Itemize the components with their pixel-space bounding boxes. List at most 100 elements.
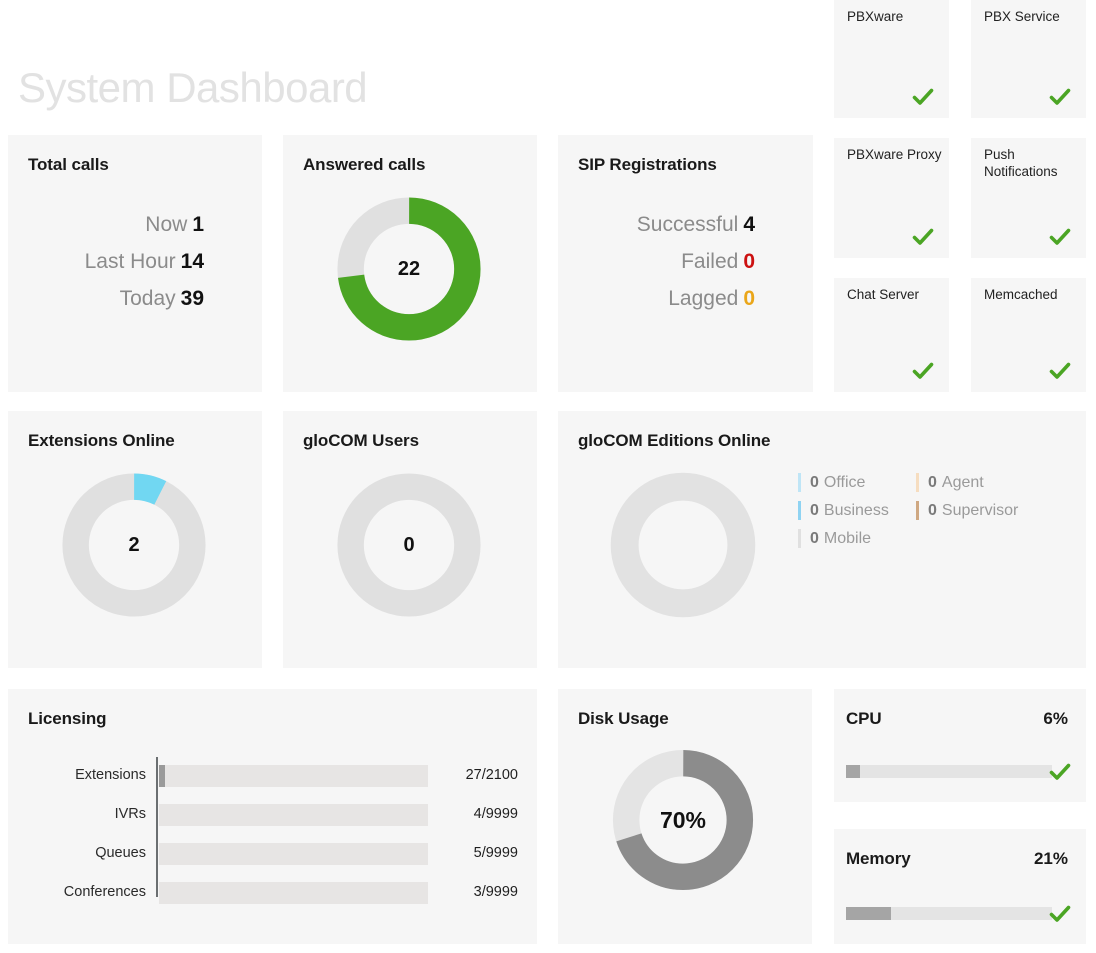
licensing-row-conferences: Conferences 3/9999 — [8, 882, 537, 904]
check-icon — [912, 362, 934, 379]
cpu-value: 6% — [1043, 709, 1068, 728]
total-calls-stats: Now 1 Last Hour 14 Today 39 — [85, 207, 204, 318]
licensing-label: IVRs — [114, 806, 146, 822]
cpu-meter-track — [846, 765, 1052, 778]
memory-meter-fill — [846, 907, 891, 920]
stat-label: Now — [145, 213, 188, 236]
legend-count: 0 — [810, 501, 819, 519]
licensing-track — [159, 843, 428, 865]
legend-row: 0 Business 0 Supervisor — [798, 501, 1048, 520]
memory-meter-track — [846, 907, 1052, 920]
panel-title: Total calls — [28, 155, 109, 174]
memory-value: 21% — [1033, 849, 1068, 868]
licensing-label: Extensions — [75, 767, 146, 783]
legend-label: Mobile — [823, 529, 872, 547]
stat-value: 39 — [180, 287, 204, 310]
licensing-track — [159, 765, 428, 787]
legend-label: Supervisor — [941, 501, 1019, 519]
disk-usage-donut: 70% — [608, 745, 758, 895]
service-tile-label: Push Notifications — [984, 147, 1058, 179]
legend-item-supervisor: 0 Supervisor — [916, 501, 1018, 520]
licensing-track — [159, 804, 428, 826]
glocom-editions-legend: 0 Office 0 Agent 0 Business 0 Supervisor… — [798, 473, 1048, 557]
service-tile-chat-server[interactable]: Chat Server — [834, 278, 949, 392]
licensing-row-extensions: Extensions 27/2100 — [8, 765, 537, 787]
licensing-label: Queues — [95, 845, 146, 861]
donut-center-value: 2 — [128, 533, 140, 556]
stat-label: Last Hour — [84, 250, 176, 273]
cpu-meter-fill — [846, 765, 860, 778]
stat-label: Lagged — [668, 287, 739, 310]
licensing-value: 3/9999 — [473, 884, 518, 900]
service-tile-push-notifications[interactable]: Push Notifications — [971, 138, 1086, 258]
service-tile-label: PBXware Proxy — [847, 147, 942, 162]
panel-sip-registrations: SIP Registrations Successful 4 Failed 0 La… — [558, 135, 813, 392]
panel-title: Answered calls — [303, 155, 426, 174]
legend-swatch-icon — [798, 473, 801, 492]
service-tile-pbxware[interactable]: PBXware — [834, 0, 949, 118]
service-tile-memcached[interactable]: Memcached — [971, 278, 1086, 392]
stat-value: 1 — [192, 213, 204, 236]
legend-label: Business — [823, 501, 889, 519]
service-tile-label: Memcached — [984, 287, 1058, 302]
stat-row-now: Now 1 — [85, 207, 204, 244]
panel-title: CPU — [846, 709, 882, 728]
panel-extensions-online: Extensions Online 2 — [8, 411, 262, 668]
panel-glocom-users: gloCOM Users 0 — [283, 411, 537, 668]
legend-swatch-icon — [916, 473, 919, 492]
stat-row-today: Today 39 — [85, 281, 204, 318]
legend-item-mobile: 0 Mobile — [798, 529, 916, 548]
panel-cpu: CPU 6% — [834, 689, 1086, 802]
glocom-editions-donut — [606, 468, 760, 622]
licensing-value: 4/9999 — [473, 806, 518, 822]
panel-disk-usage: Disk Usage 70% — [558, 689, 812, 944]
page-title: System Dashboard — [18, 64, 368, 111]
check-icon — [1049, 88, 1071, 105]
donut-center-value: 22 — [397, 257, 421, 280]
licensing-label: Conferences — [63, 884, 146, 900]
panel-title: gloCOM Editions Online — [578, 431, 771, 450]
stat-label: Successful — [636, 213, 739, 236]
stat-row-lagged: Lagged 0 — [637, 281, 755, 318]
donut-center-value: 70% — [659, 806, 707, 833]
legend-count: 0 — [810, 473, 819, 491]
licensing-row-queues: Queues 5/9999 — [8, 843, 537, 865]
legend-swatch-icon — [798, 501, 801, 520]
service-tile-pbxware-proxy[interactable]: PBXware Proxy — [834, 138, 949, 258]
answered-calls-donut: 22 — [332, 192, 486, 346]
service-tile-pbx-service[interactable]: PBX Service — [971, 0, 1086, 118]
check-icon — [1049, 228, 1071, 245]
check-icon — [1049, 763, 1071, 780]
legend-item-office: 0 Office — [798, 473, 916, 492]
check-icon — [1049, 905, 1071, 922]
stat-label: Today — [119, 287, 176, 310]
service-tile-label: Chat Server — [847, 287, 920, 302]
panel-glocom-editions-online: gloCOM Editions Online 0 Office 0 Agent — [558, 411, 1086, 668]
stat-row-last-hour: Last Hour 14 — [85, 244, 204, 281]
legend-label: Agent — [941, 473, 984, 491]
check-icon — [912, 228, 934, 245]
panel-title: SIP Registrations — [578, 155, 717, 174]
donut-center-value: 0 — [403, 533, 415, 556]
stat-value: 14 — [180, 250, 204, 273]
licensing-value: 5/9999 — [473, 845, 518, 861]
extensions-online-donut: 2 — [57, 468, 211, 622]
panel-title: Disk Usage — [578, 709, 669, 728]
legend-count: 0 — [810, 529, 819, 547]
legend-row: 0 Office 0 Agent — [798, 473, 1048, 492]
legend-item-agent: 0 Agent — [916, 473, 984, 492]
legend-label: Office — [823, 473, 866, 491]
check-icon — [1049, 362, 1071, 379]
stat-value: 0 — [743, 250, 755, 273]
stat-value: 4 — [743, 213, 755, 236]
service-tile-label: PBXware — [847, 9, 904, 24]
licensing-track — [159, 882, 428, 904]
stat-label: Failed — [681, 250, 739, 273]
licensing-fill — [159, 765, 165, 787]
panel-total-calls: Total calls Now 1 Last Hour 14 Today 39 — [8, 135, 262, 392]
sip-registration-stats: Successful 4 Failed 0 Lagged 0 — [637, 207, 755, 318]
panel-title: Extensions Online — [28, 431, 175, 450]
legend-count: 0 — [928, 473, 937, 491]
legend-count: 0 — [928, 501, 937, 519]
licensing-value: 27/2100 — [465, 767, 518, 783]
